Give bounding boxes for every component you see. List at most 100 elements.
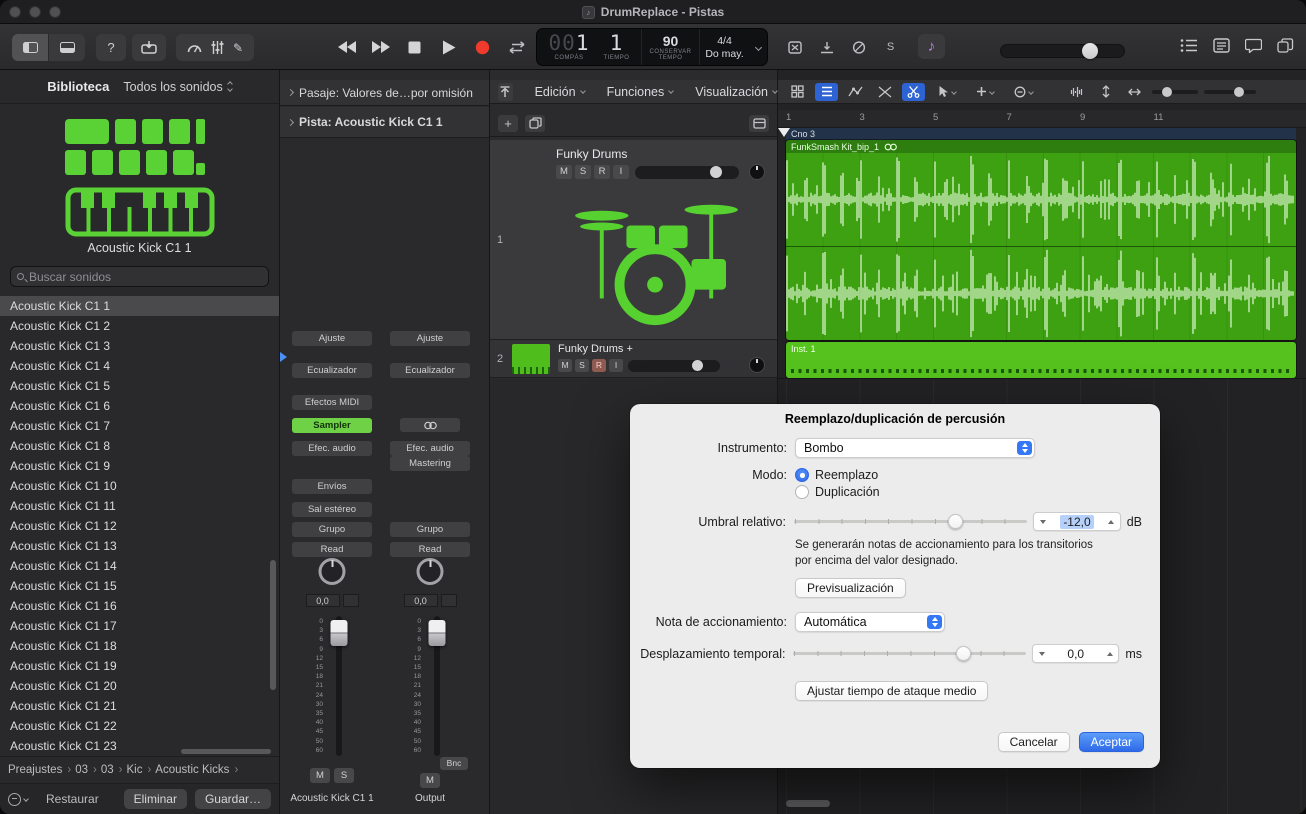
play-button[interactable] <box>436 35 461 59</box>
audio-fx-slot[interactable]: Efec. audio <box>292 441 372 456</box>
track-zoom-slider[interactable] <box>1204 90 1256 94</box>
delete-button[interactable]: Eliminar <box>124 789 187 809</box>
breadcrumb-item[interactable]: Kic <box>126 764 151 776</box>
setting-button[interactable]: Ajuste <box>390 331 470 346</box>
mode-replace-radio[interactable] <box>795 468 809 482</box>
horizontal-zoom-icon[interactable] <box>1123 83 1146 101</box>
restore-button[interactable]: Restaurar <box>46 792 99 806</box>
library-list-item[interactable]: Acoustic Kick C1 2 <box>0 316 279 336</box>
slider-thumb[interactable] <box>1162 87 1172 97</box>
replace-mode-button[interactable] <box>846 36 871 58</box>
pan-knob[interactable] <box>319 558 346 585</box>
track-input-button[interactable]: I <box>613 165 629 179</box>
offset-value[interactable]: 0,0 <box>1050 647 1101 661</box>
automation-button[interactable] <box>844 83 867 101</box>
autopunch-button[interactable] <box>814 36 839 58</box>
tuner-icon[interactable] <box>187 41 202 54</box>
menu-view[interactable]: Visualización <box>695 85 777 99</box>
toolbox-button[interactable] <box>132 34 166 61</box>
cancel-button[interactable]: Cancelar <box>998 732 1070 752</box>
vertical-zoom-icon[interactable] <box>1094 83 1117 101</box>
breadcrumb-item[interactable]: 03 <box>75 764 97 776</box>
library-list-item[interactable]: Acoustic Kick C1 17 <box>0 616 279 636</box>
track-header-1[interactable]: 1 Funky Drums M S R I <box>490 140 777 340</box>
volume-fader[interactable]: 03691215182124303540455060 <box>309 616 355 756</box>
sends-slot[interactable]: Envíos <box>292 479 372 494</box>
slider-thumb[interactable] <box>956 646 971 661</box>
automation-mode-button[interactable]: Read <box>390 542 470 557</box>
group-slot[interactable]: Grupo <box>390 522 470 537</box>
set-attack-time-button[interactable]: Ajustar tiempo de ataque medio <box>795 681 988 701</box>
forward-button[interactable] <box>368 35 393 59</box>
ok-button[interactable]: Aceptar <box>1079 732 1144 752</box>
midi-fx-slot[interactable]: Efectos MIDI <box>292 395 372 410</box>
library-list-item[interactable]: Acoustic Kick C1 4 <box>0 356 279 376</box>
cycle-button[interactable] <box>504 35 529 59</box>
mode-double-label[interactable]: Duplicación <box>815 485 880 499</box>
library-list-item[interactable]: Acoustic Kick C1 11 <box>0 496 279 516</box>
library-filter-popup[interactable]: Todos los sonidos <box>123 80 231 94</box>
offset-stepper[interactable]: 0,0 <box>1032 644 1119 663</box>
note-pads-icon[interactable] <box>1213 38 1230 53</box>
volume-thumb[interactable] <box>1082 43 1098 59</box>
track-name[interactable]: Funky Drums <box>556 147 627 161</box>
library-list-item[interactable]: Acoustic Kick C1 5 <box>0 376 279 396</box>
no-overlap-button[interactable] <box>782 36 807 58</box>
solo-button[interactable]: S <box>334 768 354 783</box>
crossfade-button[interactable] <box>873 83 896 101</box>
library-list-item[interactable]: Acoustic Kick C1 18 <box>0 636 279 656</box>
library-vertical-scrollbar[interactable] <box>270 560 276 690</box>
threshold-slider[interactable] <box>794 513 1027 530</box>
inspector-toggle-button[interactable] <box>49 34 85 61</box>
slider-thumb[interactable] <box>948 514 963 529</box>
track-header-config-button[interactable] <box>749 115 769 132</box>
track-pan-knob[interactable] <box>749 164 765 180</box>
record-button[interactable] <box>470 35 495 59</box>
library-list-item[interactable]: Acoustic Kick C1 8 <box>0 436 279 456</box>
breadcrumb-item[interactable]: Acoustic Kicks <box>155 764 238 776</box>
list-editors-icon[interactable] <box>1180 38 1198 53</box>
audio-region[interactable]: FunkSmash Kit_bip_1 <box>786 140 1296 340</box>
track-inspector-header[interactable]: Pista: Acoustic Kick C1 1 <box>280 107 489 138</box>
duplicate-track-button[interactable] <box>525 115 545 132</box>
mode-replace-label[interactable]: Reemplazo <box>815 468 878 482</box>
stereo-format-button[interactable] <box>400 418 460 432</box>
track-name[interactable]: Funky Drums + <box>558 343 633 355</box>
library-list-item[interactable]: Acoustic Kick C1 15 <box>0 576 279 596</box>
track-solo-button[interactable]: S <box>575 359 589 372</box>
solo-mode-button[interactable]: S <box>878 36 903 58</box>
bar-ruler[interactable]: 1357911 <box>778 110 1306 128</box>
catch-playhead-button[interactable] <box>498 83 513 101</box>
library-list-item[interactable]: Acoustic Kick C1 13 <box>0 536 279 556</box>
track-header-2[interactable]: 2 Funky Drums + M S R I <box>490 340 777 378</box>
fader-cap[interactable] <box>429 620 446 646</box>
instrument-popup[interactable]: Bombo <box>795 438 1035 458</box>
mute-button[interactable]: M <box>310 768 330 783</box>
stepper-down-icon[interactable] <box>1034 520 1051 524</box>
stop-button[interactable] <box>402 35 427 59</box>
threshold-stepper[interactable]: -12,0 <box>1033 512 1120 531</box>
library-list-item[interactable]: Acoustic Kick C1 20 <box>0 676 279 696</box>
stepper-down-icon[interactable] <box>1033 652 1050 656</box>
add-track-button[interactable]: + <box>498 115 518 132</box>
lcd-display[interactable]: 001 COMPÁS 1 TIEMPO 90 CONSERVAR TEMPO 4… <box>536 28 768 66</box>
pointer-tool-button[interactable] <box>931 83 963 101</box>
mode-double-radio[interactable] <box>795 485 809 499</box>
stepper-up-icon[interactable] <box>1101 652 1118 656</box>
slider-thumb[interactable] <box>692 360 703 371</box>
share-copy-icon[interactable] <box>1277 38 1294 53</box>
stepper-up-icon[interactable] <box>1103 520 1120 524</box>
drum-replace-scissors-button[interactable] <box>902 83 925 101</box>
library-list-item[interactable]: Acoustic Kick C1 9 <box>0 456 279 476</box>
menu-functions[interactable]: Funciones <box>607 85 674 99</box>
track-record-button[interactable]: R <box>592 359 606 372</box>
track-input-button[interactable]: I <box>609 359 623 372</box>
chat-bubble-icon[interactable] <box>1245 38 1262 53</box>
output-slot[interactable]: Sal estéreo <box>292 502 372 517</box>
grid-tool-icon[interactable] <box>786 83 809 101</box>
track-record-button[interactable]: R <box>594 165 610 179</box>
track-volume-slider[interactable] <box>635 166 739 179</box>
track-mute-button[interactable]: M <box>558 359 572 372</box>
master-volume-slider[interactable] <box>1000 44 1125 58</box>
offset-slider[interactable] <box>793 645 1026 662</box>
